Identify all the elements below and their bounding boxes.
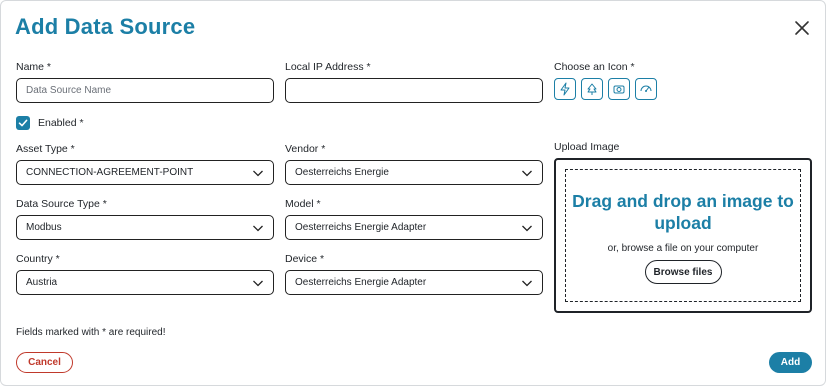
chevron-down-icon [522, 280, 532, 287]
close-icon[interactable] [793, 19, 811, 37]
browse-text: or, browse a file on your computer [607, 243, 759, 254]
chevron-down-icon [253, 225, 263, 232]
country-select[interactable]: Austria [16, 270, 274, 295]
enabled-label: Enabled * [38, 117, 84, 129]
enabled-checkbox[interactable] [16, 116, 30, 130]
device-label: Device * [285, 253, 325, 265]
asset-type-value: CONNECTION-AGREEMENT-POINT [26, 167, 194, 178]
country-label: Country * [16, 253, 60, 265]
local-ip-label: Local IP Address * [285, 61, 371, 73]
plant-icon-button[interactable] [581, 78, 603, 100]
local-ip-input[interactable] [295, 85, 542, 96]
chevron-down-icon [522, 225, 532, 232]
browse-files-button[interactable]: Browse files [644, 260, 722, 284]
data-source-type-value: Modbus [26, 222, 62, 233]
lightning-icon-button[interactable] [554, 78, 576, 100]
data-source-type-select[interactable]: Modbus [16, 215, 274, 240]
asset-type-select[interactable]: CONNECTION-AGREEMENT-POINT [16, 160, 274, 185]
add-button[interactable]: Add [769, 352, 812, 373]
device-value: Oesterreichs Energie Adapter [295, 277, 427, 288]
chevron-down-icon [253, 280, 263, 287]
checkmark-icon [18, 119, 28, 127]
vendor-select[interactable]: Oesterreichs Energie [285, 160, 543, 185]
drop-title: Drag and drop an image to upload [572, 191, 794, 233]
camera-icon [613, 85, 625, 94]
country-value: Austria [26, 277, 58, 288]
chevron-down-icon [253, 170, 263, 177]
name-field[interactable] [16, 78, 274, 103]
gauge-icon-button[interactable] [635, 78, 657, 100]
model-value: Oesterreichs Energie Adapter [295, 222, 427, 233]
add-data-source-dialog: Add Data Source Name * Local IP Address … [0, 0, 826, 386]
choose-icon-label: Choose an Icon * [554, 61, 635, 73]
vendor-label: Vendor * [285, 143, 326, 155]
model-label: Model * [285, 198, 321, 210]
vendor-value: Oesterreichs Energie [295, 167, 389, 178]
device-select[interactable]: Oesterreichs Energie Adapter [285, 270, 543, 295]
lightning-icon [560, 82, 570, 96]
cancel-button[interactable]: Cancel [16, 352, 73, 373]
data-source-type-label: Data Source Type * [16, 198, 107, 210]
name-label: Name * [16, 61, 52, 73]
camera-icon-button[interactable] [608, 78, 630, 100]
chevron-down-icon [522, 170, 532, 177]
local-ip-field[interactable] [285, 78, 543, 103]
asset-type-label: Asset Type * [16, 143, 75, 155]
upload-dropzone-inner: Drag and drop an image to upload or, bro… [565, 169, 801, 302]
model-select[interactable]: Oesterreichs Energie Adapter [285, 215, 543, 240]
upload-dropzone[interactable]: Drag and drop an image to upload or, bro… [554, 158, 812, 313]
upload-image-label: Upload Image [554, 141, 620, 153]
dialog-title: Add Data Source [15, 14, 196, 39]
required-note: Fields marked with * are required! [16, 327, 166, 338]
gauge-icon [640, 85, 652, 92]
plant-icon [587, 83, 597, 95]
name-input[interactable] [26, 85, 273, 96]
